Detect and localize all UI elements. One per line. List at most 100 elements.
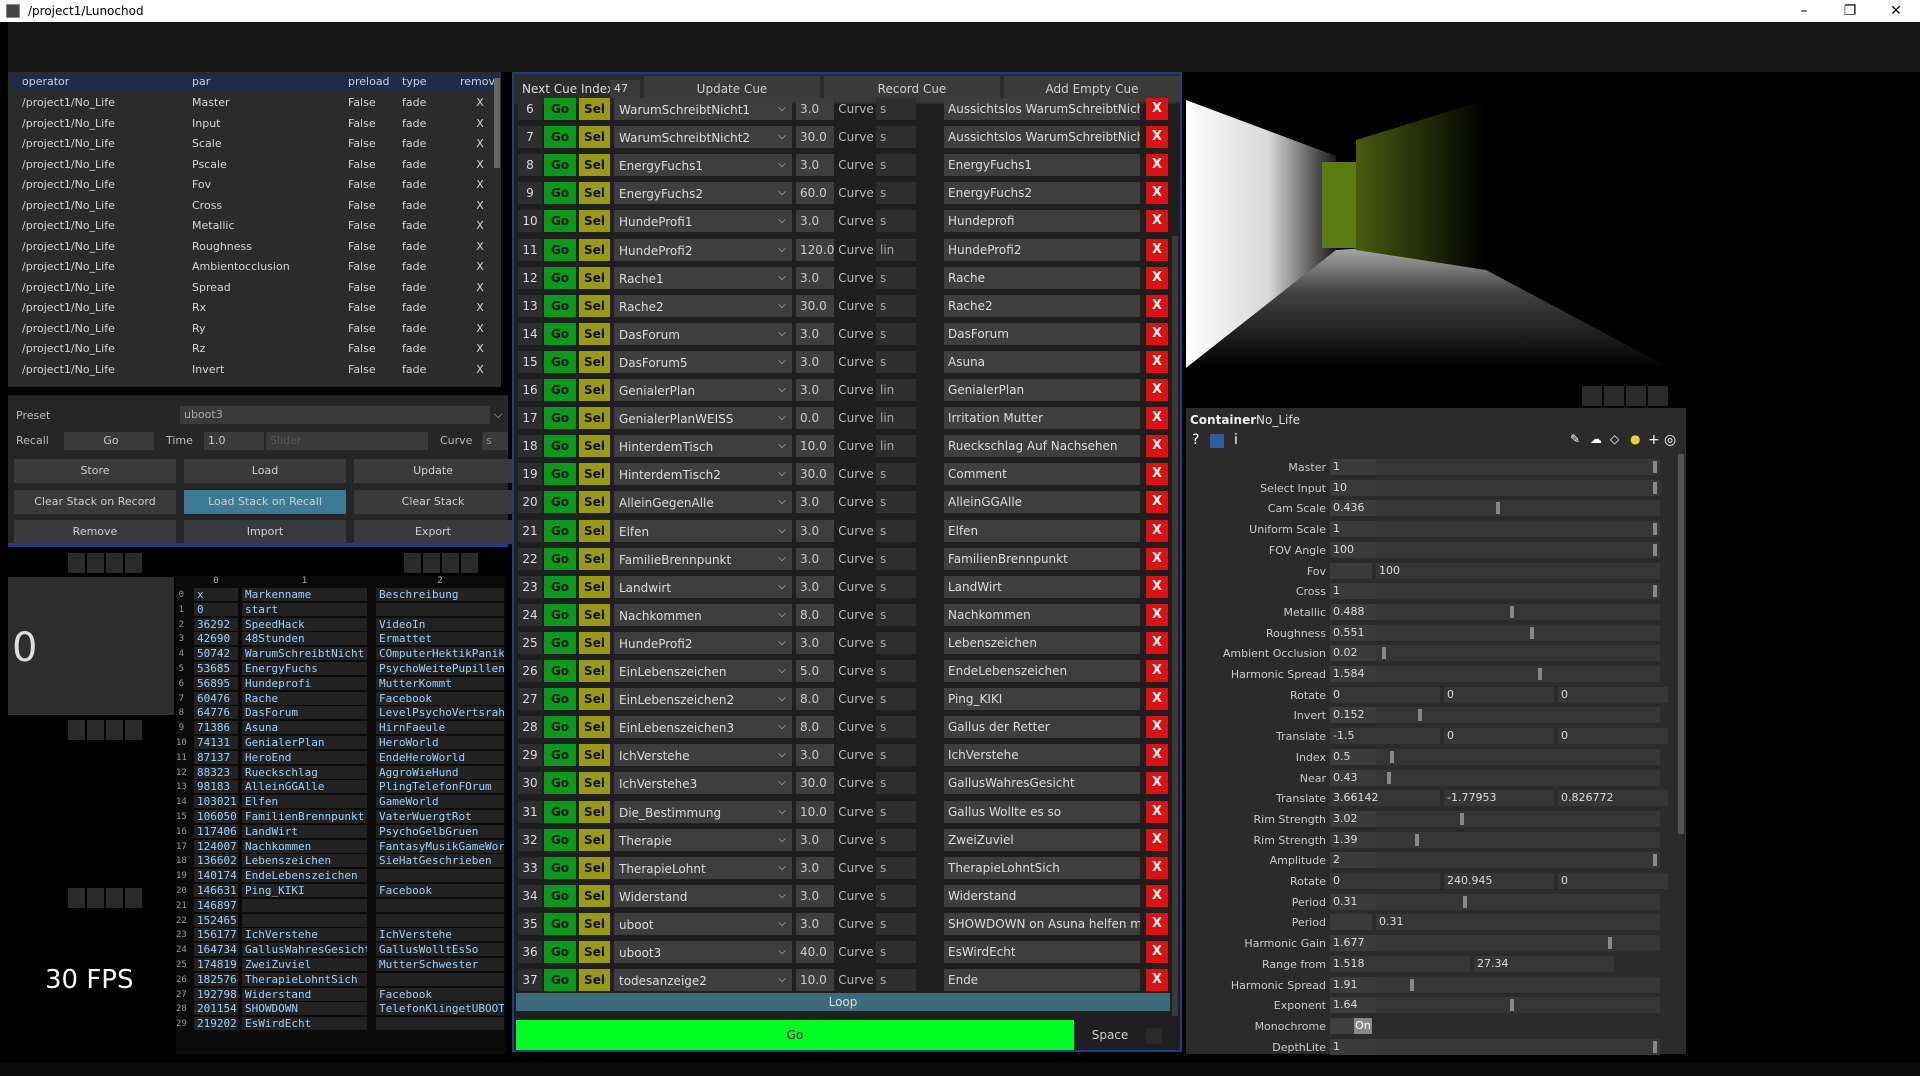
- cue-name-chevron-down-icon[interactable]: ⌵: [772, 210, 792, 233]
- marker-cell-description[interactable]: GallusWolltEsSo: [376, 943, 504, 957]
- operator-cell-remove[interactable]: X: [460, 198, 500, 214]
- marker-cell-description[interactable]: [376, 898, 504, 912]
- cue-name-select[interactable]: WarumSchreibtNicht2: [614, 126, 772, 149]
- marker-cell-time[interactable]: 87137: [194, 750, 238, 764]
- cue-name-chevron-down-icon[interactable]: ⌵: [772, 660, 792, 682]
- cue-name-select[interactable]: Rache2: [614, 294, 772, 317]
- marker-row[interactable]: 26 182576 TherapieLohntSich: [176, 972, 506, 987]
- cue-time-input[interactable]: 30.0: [796, 294, 834, 317]
- cue-go-button[interactable]: Go: [544, 575, 576, 598]
- marker-cell-description[interactable]: [376, 972, 504, 986]
- cue-curve-type-input[interactable]: s: [876, 182, 916, 205]
- cue-name-select[interactable]: DasForum: [614, 322, 772, 345]
- cue-description-input[interactable]: TherapieLohntSich: [944, 856, 1140, 879]
- cue-curve-type-input[interactable]: s: [876, 294, 916, 317]
- close-button[interactable]: ✕: [1876, 1, 1916, 21]
- cue-go-button[interactable]: Go: [544, 126, 576, 149]
- cue-time-input[interactable]: 3.0: [796, 547, 834, 570]
- cue-select-button[interactable]: Sel: [579, 407, 610, 430]
- parameter-slider-handle[interactable]: [1510, 999, 1514, 1012]
- cue-description-input[interactable]: Ende: [944, 969, 1140, 992]
- marker-cell-name[interactable]: Nachkommen: [242, 839, 367, 853]
- cue-go-button[interactable]: Go: [544, 350, 576, 373]
- cue-go-button[interactable]: Go: [544, 322, 576, 345]
- cue-description-input[interactable]: IchVerstehe: [944, 744, 1140, 767]
- cue-time-input[interactable]: 3.0: [796, 491, 834, 514]
- parameter-value[interactable]: 1: [1330, 459, 1376, 475]
- marker-cell-description[interactable]: COmputerHektikPanik: [376, 647, 504, 661]
- cue-remove-button[interactable]: X: [1146, 126, 1168, 149]
- cue-time-input[interactable]: 3.0: [796, 350, 834, 373]
- cue-remove-button[interactable]: X: [1146, 631, 1168, 654]
- cue-go-button[interactable]: Go: [544, 182, 576, 205]
- parameter-slider[interactable]: [1376, 748, 1660, 765]
- cue-description-input[interactable]: Nachkommen: [944, 603, 1140, 626]
- cue-remove-button[interactable]: X: [1146, 828, 1168, 851]
- marker-row[interactable]: 5 53685 EnergyFuchs PsychoWeitePupillen: [176, 662, 506, 676]
- cue-remove-button[interactable]: X: [1146, 575, 1168, 598]
- marker-cell-description[interactable]: Ermattet: [376, 632, 504, 646]
- marker-cell-description[interactable]: HeroWorld: [376, 736, 504, 749]
- cue-go-button[interactable]: Go: [544, 435, 576, 458]
- marker-row[interactable]: 0 x Markenname Beschreibung: [176, 588, 506, 602]
- cue-remove-button[interactable]: X: [1146, 407, 1168, 430]
- cue-name-chevron-down-icon[interactable]: ⌵: [772, 294, 792, 317]
- cue-remove-button[interactable]: X: [1146, 547, 1168, 570]
- cue-description-input[interactable]: LandWirt: [944, 575, 1140, 598]
- parameter-value-2[interactable]: 0: [1558, 686, 1668, 703]
- cue-name-select[interactable]: EnergyFuchs2: [614, 182, 772, 205]
- marker-cell-name[interactable]: LandWirt: [242, 824, 367, 838]
- cue-description-input[interactable]: HundeProfi2: [944, 238, 1140, 261]
- cue-description-input[interactable]: Lebenszeichen: [944, 631, 1140, 654]
- cue-curve-type-input[interactable]: s: [876, 154, 916, 177]
- parameter-value[interactable]: 0.488: [1330, 603, 1376, 620]
- parameter-value[interactable]: 2: [1330, 852, 1376, 869]
- marker-cell-name[interactable]: HeroEnd: [242, 750, 367, 764]
- cue-time-input[interactable]: 3.0: [796, 884, 834, 907]
- time-input[interactable]: 1.0: [204, 432, 264, 450]
- parameter-value[interactable]: 1: [1330, 583, 1376, 600]
- cue-name-chevron-down-icon[interactable]: ⌵: [772, 716, 792, 739]
- parameter-value-1[interactable]: 240.945: [1444, 873, 1554, 889]
- cue-curve-type-input[interactable]: s: [876, 547, 916, 570]
- operator-cell-remove[interactable]: X: [460, 280, 500, 296]
- marker-cell-time[interactable]: 56895: [194, 676, 238, 690]
- preset-select[interactable]: uboot3: [180, 406, 490, 424]
- cue-curve-type-input[interactable]: s: [876, 969, 916, 992]
- cue-go-button[interactable]: Go: [544, 941, 576, 963]
- cue-curve-type-input[interactable]: s: [876, 491, 916, 514]
- parameter-slider[interactable]: [1376, 935, 1660, 952]
- cue-time-input[interactable]: 8.0: [796, 688, 834, 711]
- marker-cell-time[interactable]: 156177: [194, 928, 238, 942]
- marker-cell-time[interactable]: 192798: [194, 987, 238, 1001]
- cue-select-button[interactable]: Sel: [579, 238, 610, 261]
- parameter-slider[interactable]: [1376, 666, 1660, 682]
- info-icon[interactable]: i: [1234, 432, 1238, 448]
- cue-name-select[interactable]: EinLebenszeichen2: [614, 688, 772, 711]
- cue-go-button[interactable]: Go: [544, 379, 576, 401]
- cue-go-button[interactable]: Go: [544, 688, 576, 711]
- marker-cell-description[interactable]: VideoIn: [376, 617, 504, 631]
- cue-select-button[interactable]: Sel: [579, 210, 610, 233]
- marker-cell-description[interactable]: Beschreibung: [376, 588, 504, 601]
- cue-remove-button[interactable]: X: [1146, 519, 1168, 542]
- cue-go-button[interactable]: Go: [544, 744, 576, 767]
- viewer-toggle-group[interactable]: [1582, 386, 1670, 406]
- marker-cell-time[interactable]: 174819: [194, 958, 238, 971]
- cue-go-button[interactable]: Go: [544, 856, 576, 879]
- cue-name-select[interactable]: Widerstand: [614, 884, 772, 907]
- cue-time-input[interactable]: 3.0: [796, 519, 834, 542]
- marker-cell-name[interactable]: 48Stunden: [242, 632, 367, 646]
- cue-description-input[interactable]: EnergyFuchs2: [944, 182, 1140, 205]
- parameter-value[interactable]: 100: [1330, 541, 1376, 558]
- cue-select-button[interactable]: Sel: [579, 322, 610, 345]
- parameter-slider[interactable]: [1376, 997, 1660, 1014]
- cue-select-button[interactable]: Sel: [579, 941, 610, 963]
- cue-time-input[interactable]: 120.0: [796, 238, 834, 261]
- cue-name-chevron-down-icon[interactable]: ⌵: [772, 322, 792, 345]
- cue-select-button[interactable]: Sel: [579, 463, 610, 486]
- marker-cell-time[interactable]: 117406: [194, 824, 238, 838]
- store-button[interactable]: Store: [14, 459, 176, 483]
- marker-cell-time[interactable]: 164734: [194, 943, 238, 957]
- marker-cell-description[interactable]: TelefonKlingetUBOOT: [376, 1002, 504, 1016]
